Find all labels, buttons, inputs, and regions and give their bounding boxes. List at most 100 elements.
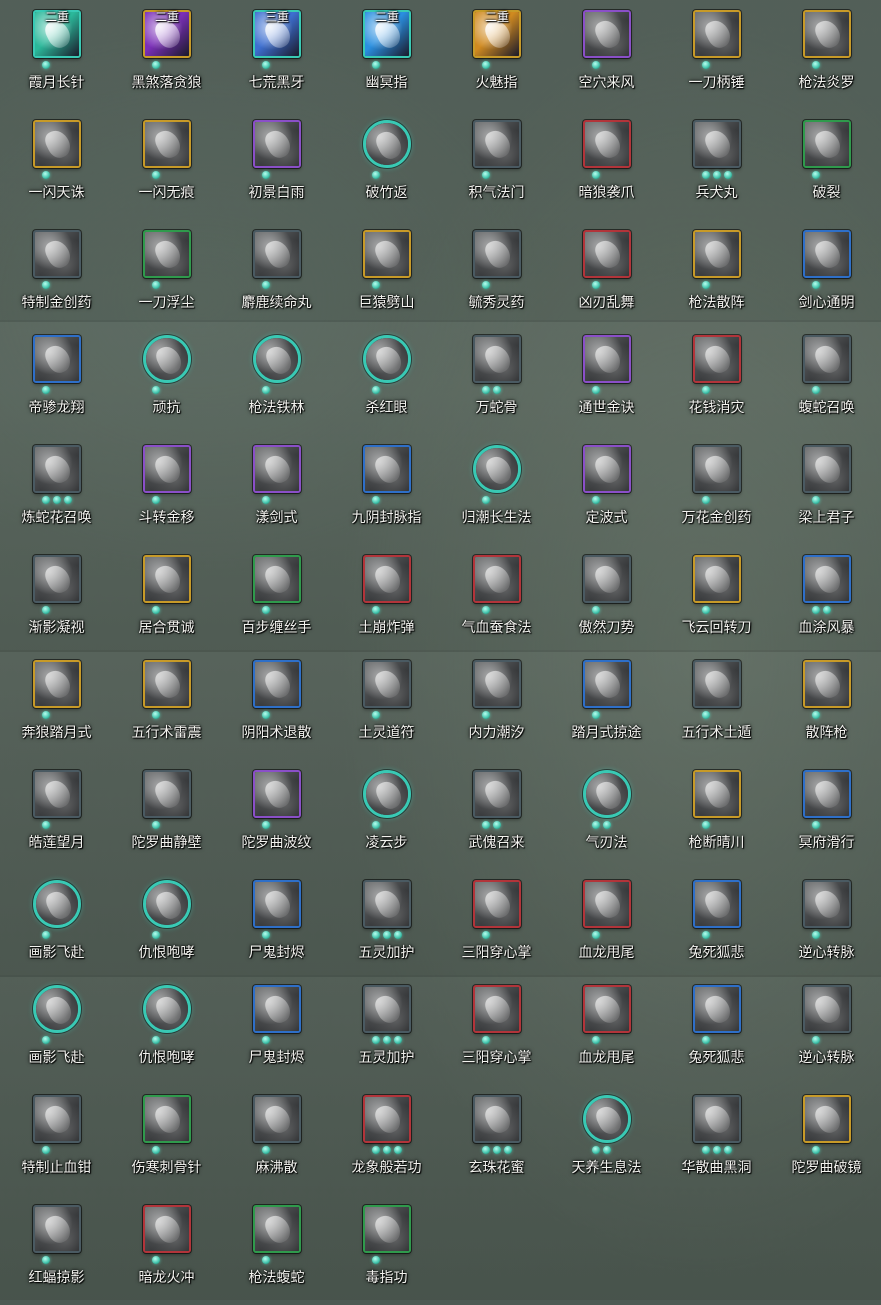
skill-slot[interactable]: 九阴封脉指	[330, 435, 440, 545]
skill-slot[interactable]: 天养生息法	[550, 1085, 660, 1195]
skill-icon-frame[interactable]	[803, 880, 851, 928]
skill-slot[interactable]: 麝鹿续命丸	[220, 220, 330, 330]
skill-slot[interactable]: 凶刃乱舞	[550, 220, 660, 330]
skill-icon-frame[interactable]	[33, 230, 81, 278]
skill-icon-frame[interactable]	[583, 660, 631, 708]
skill-slot[interactable]: 华散曲黑洞	[660, 1085, 770, 1195]
skill-icon-frame[interactable]	[803, 660, 851, 708]
skill-slot[interactable]: 枪法炎罗	[770, 0, 880, 110]
skill-icon-frame[interactable]	[253, 660, 301, 708]
skill-slot[interactable]: 毒指功	[330, 1195, 440, 1305]
skill-icon-frame[interactable]	[33, 985, 81, 1033]
skill-icon-frame[interactable]	[473, 660, 521, 708]
skill-icon-frame[interactable]	[583, 770, 631, 818]
skill-slot[interactable]: 三阳穿心掌	[440, 975, 550, 1085]
skill-slot[interactable]: 杀红眼	[330, 325, 440, 435]
skill-slot[interactable]: 仇恨咆哮	[110, 975, 220, 1085]
skill-slot[interactable]: 兔死狐悲	[660, 975, 770, 1085]
skill-slot[interactable]: 特制止血钳	[0, 1085, 110, 1195]
skill-icon-frame[interactable]	[693, 555, 741, 603]
skill-slot[interactable]: 斗转金移	[110, 435, 220, 545]
skill-slot[interactable]: 逆心转脉	[770, 975, 880, 1085]
skill-slot[interactable]: 散阵枪	[770, 650, 880, 760]
skill-slot[interactable]: 二重 火魅指	[440, 0, 550, 110]
skill-slot[interactable]: 梁上君子	[770, 435, 880, 545]
skill-slot[interactable]: 奔狼踏月式	[0, 650, 110, 760]
skill-icon-frame[interactable]	[583, 445, 631, 493]
skill-icon-frame[interactable]	[363, 880, 411, 928]
skill-icon-frame[interactable]	[803, 230, 851, 278]
skill-slot[interactable]: 陀罗曲破镜	[770, 1085, 880, 1195]
skill-slot[interactable]: 内力潮汐	[440, 650, 550, 760]
skill-slot[interactable]: 飞云回转刀	[660, 545, 770, 655]
skill-slot[interactable]: 阴阳术退散	[220, 650, 330, 760]
skill-slot[interactable]: 归潮长生法	[440, 435, 550, 545]
skill-icon-frame[interactable]	[803, 445, 851, 493]
skill-icon-frame[interactable]	[253, 1205, 301, 1253]
skill-slot[interactable]: 尸鬼封烬	[220, 975, 330, 1085]
skill-slot[interactable]: 三重 七荒黑牙	[220, 0, 330, 110]
skill-icon-frame[interactable]	[693, 1095, 741, 1143]
skill-slot[interactable]: 百步缠丝手	[220, 545, 330, 655]
skill-slot[interactable]: 花钱消灾	[660, 325, 770, 435]
skill-icon-frame[interactable]	[693, 445, 741, 493]
skill-slot[interactable]: 画影飞赴	[0, 975, 110, 1085]
skill-icon-frame[interactable]	[363, 120, 411, 168]
skill-icon-frame[interactable]	[33, 120, 81, 168]
skill-slot[interactable]: 初景白雨	[220, 110, 330, 220]
skill-icon-frame[interactable]	[693, 985, 741, 1033]
skill-slot[interactable]: 一刀浮尘	[110, 220, 220, 330]
skill-slot[interactable]: 土灵道符	[330, 650, 440, 760]
skill-slot[interactable]: 一闪天诛	[0, 110, 110, 220]
skill-slot[interactable]: 枪法蝮蛇	[220, 1195, 330, 1305]
skill-icon-frame[interactable]	[143, 985, 191, 1033]
skill-icon-frame[interactable]	[363, 660, 411, 708]
skill-slot[interactable]: 空穴来风	[550, 0, 660, 110]
skill-icon-frame[interactable]	[583, 555, 631, 603]
skill-slot[interactable]: 冥府滑行	[770, 760, 880, 870]
skill-slot[interactable]: 二重 黑煞落贪狼	[110, 0, 220, 110]
skill-icon-frame[interactable]	[143, 120, 191, 168]
skill-slot[interactable]: 兔死狐悲	[660, 870, 770, 980]
skill-icon-frame[interactable]	[583, 10, 631, 58]
skill-slot[interactable]: 毓秀灵药	[440, 220, 550, 330]
skill-icon-frame[interactable]	[33, 335, 81, 383]
skill-icon-frame[interactable]	[693, 660, 741, 708]
skill-slot[interactable]: 帝骖龙翔	[0, 325, 110, 435]
skill-icon-frame[interactable]	[253, 120, 301, 168]
skill-icon-frame[interactable]	[143, 445, 191, 493]
skill-icon-frame[interactable]	[253, 880, 301, 928]
skill-icon-frame[interactable]	[473, 230, 521, 278]
skill-icon-frame[interactable]	[143, 335, 191, 383]
skill-slot[interactable]: 五灵加护	[330, 975, 440, 1085]
skill-icon-frame[interactable]	[803, 555, 851, 603]
skill-slot[interactable]: 仇恨咆哮	[110, 870, 220, 980]
skill-icon-frame[interactable]	[143, 770, 191, 818]
skill-slot[interactable]: 龙象般若功	[330, 1085, 440, 1195]
skill-icon-frame[interactable]	[363, 335, 411, 383]
skill-icon-frame[interactable]	[363, 985, 411, 1033]
skill-icon-frame[interactable]	[33, 1205, 81, 1253]
skill-slot[interactable]: 渐影凝视	[0, 545, 110, 655]
skill-icon-frame[interactable]	[473, 120, 521, 168]
skill-icon-frame[interactable]	[143, 555, 191, 603]
skill-icon-frame[interactable]	[693, 335, 741, 383]
skill-icon-frame[interactable]	[143, 230, 191, 278]
skill-slot[interactable]: 二重 霞月长针	[0, 0, 110, 110]
skill-icon-frame[interactable]	[33, 555, 81, 603]
skill-icon-frame[interactable]	[803, 10, 851, 58]
skill-icon-frame[interactable]	[143, 660, 191, 708]
skill-slot[interactable]: 五行术雷震	[110, 650, 220, 760]
skill-slot[interactable]: 土崩炸弹	[330, 545, 440, 655]
skill-slot[interactable]: 一闪无痕	[110, 110, 220, 220]
skill-icon-frame[interactable]	[253, 985, 301, 1033]
skill-icon-frame[interactable]	[803, 985, 851, 1033]
skill-icon-frame[interactable]	[693, 120, 741, 168]
skill-icon-frame[interactable]	[803, 335, 851, 383]
skill-slot[interactable]: 气血蚕食法	[440, 545, 550, 655]
skill-icon-frame[interactable]	[33, 660, 81, 708]
skill-icon-frame[interactable]	[33, 1095, 81, 1143]
skill-icon-frame[interactable]	[693, 770, 741, 818]
skill-icon-frame[interactable]	[583, 335, 631, 383]
skill-icon-frame[interactable]	[143, 1095, 191, 1143]
